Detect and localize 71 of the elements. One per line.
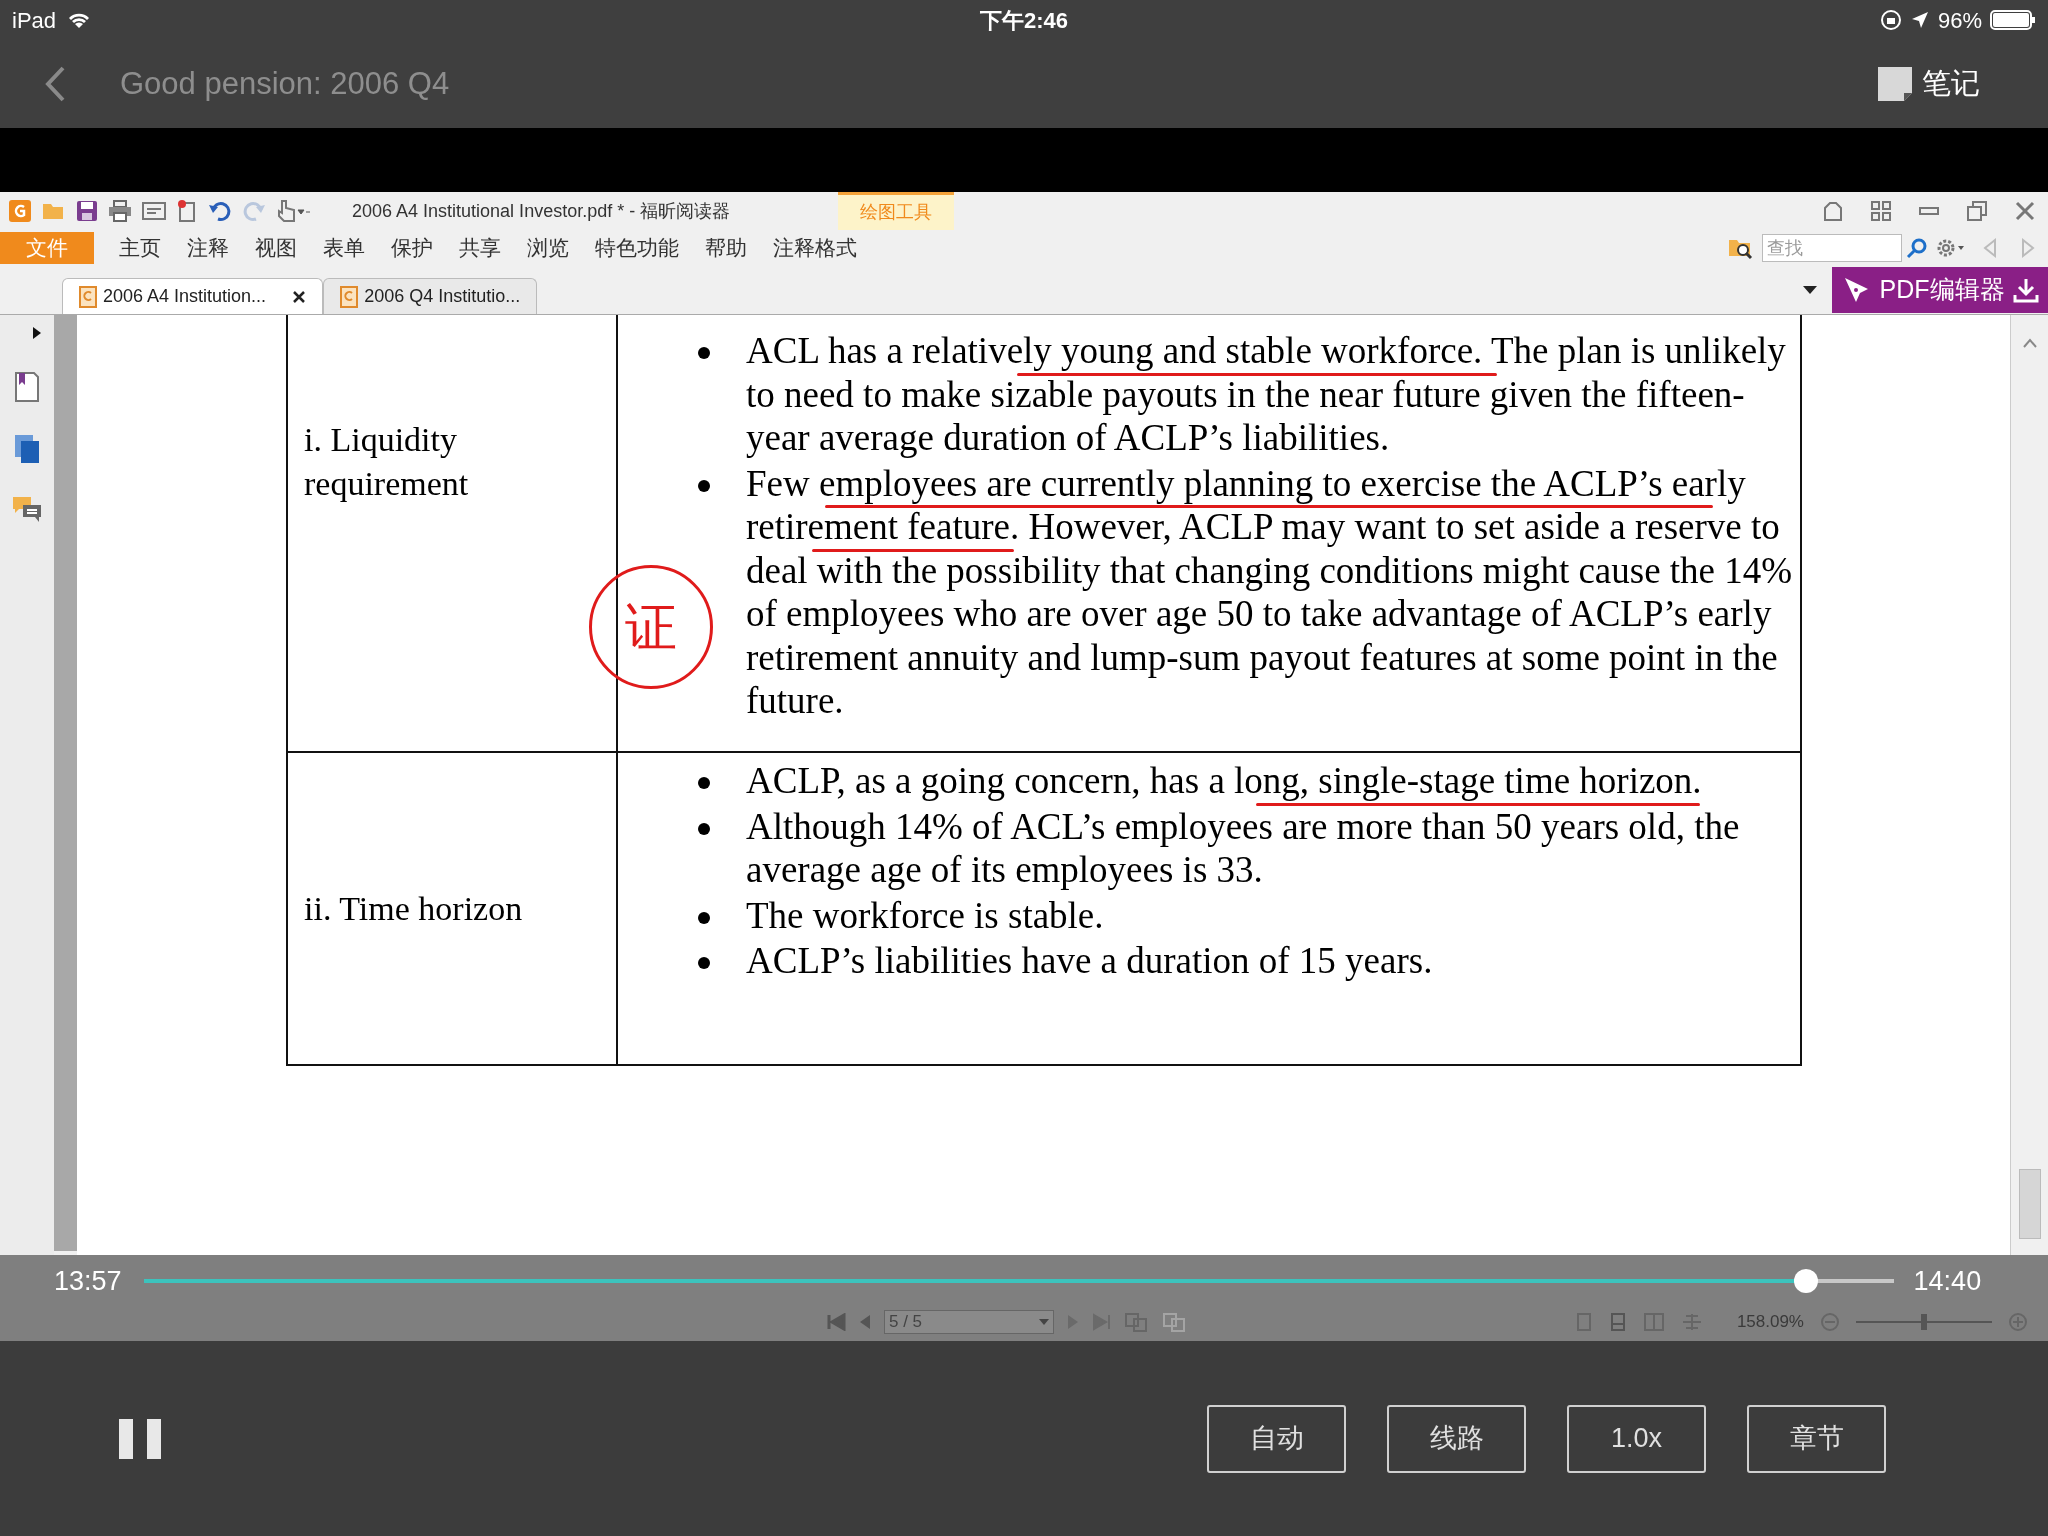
continuous-page-icon[interactable]: [1608, 1312, 1627, 1332]
previous-page-icon[interactable]: [858, 1313, 872, 1331]
menu-tab[interactable]: 注释: [174, 232, 242, 264]
menu-tab[interactable]: 主页: [106, 232, 174, 264]
pdf-file-icon: [79, 285, 97, 308]
player-option-button[interactable]: 章节: [1747, 1404, 1886, 1473]
download-icon: [2012, 277, 2039, 303]
player-option-button[interactable]: 1.0x: [1567, 1404, 1706, 1473]
row-heading: i. Liquidity requirement: [304, 420, 470, 504]
notes-button[interactable]: 笔记: [1876, 62, 1980, 106]
row-heading: ii. Time horizon: [304, 888, 523, 929]
scroll-up-icon[interactable]: [2021, 337, 2038, 349]
back-icon: [44, 64, 66, 104]
battery-icon: [1990, 10, 2036, 30]
paste-pages-icon[interactable]: [1162, 1312, 1188, 1332]
bullet-text: Few employees are currently planning to exercise the ACLP’s early retirement feature. However, ACLP may want to set aside a reserve to deal with the possibility that changing conditions might cause the 14% of employees who are over age 50 to take advantage of ACLP’s early retirement annuity and lump-sum payout features at some point in the future.: [746, 461, 1794, 723]
dropdown-icon[interactable]: [1802, 285, 1818, 295]
zoom-slider-thumb[interactable]: [1921, 1314, 1927, 1330]
bookmark-icon[interactable]: [14, 371, 40, 403]
seek-bar[interactable]: [143, 1268, 1894, 1294]
zoom-slider[interactable]: [1856, 1314, 1992, 1330]
bullet-text: ACLP, as a going concern, has a long, single-stage time horizon.: [746, 759, 1702, 803]
pause-icon: [117, 1416, 163, 1461]
pdf-file-icon: [340, 285, 359, 308]
expand-icon[interactable]: [31, 325, 43, 341]
dropdown-icon: [1039, 1319, 1049, 1325]
device-name: iPad: [12, 6, 57, 35]
grid-icon[interactable]: [1870, 200, 1892, 222]
scroll-thumb[interactable]: [2018, 1169, 2041, 1239]
share-icon[interactable]: [1822, 200, 1844, 222]
restore-icon[interactable]: [1966, 200, 1988, 222]
bullet-text: ACLP’s liabilities have a duration of 15 years.: [746, 939, 1433, 983]
search-field[interactable]: 查找: [1762, 234, 1902, 262]
menu-tab[interactable]: 共享: [446, 232, 514, 264]
menu-tab[interactable]: 视图: [242, 232, 310, 264]
pages-icon[interactable]: [13, 433, 41, 465]
document-tab[interactable]: 2006 A4 Institution...: [62, 278, 324, 314]
app-logo-icon[interactable]: [8, 199, 32, 223]
save-icon[interactable]: [76, 200, 98, 222]
print-icon[interactable]: [108, 200, 132, 222]
document-tab[interactable]: 2006 Q4 Institutio...: [323, 278, 538, 314]
first-page-icon[interactable]: [826, 1313, 846, 1331]
battery-percent: 96%: [1937, 6, 1982, 35]
undo-icon[interactable]: [208, 200, 232, 222]
window-title: 2006 A4 Institutional Investor.pdf * - 福昕阅读器: [352, 199, 731, 223]
total-time: 14:40: [1913, 1264, 1982, 1298]
window-icon[interactable]: [142, 200, 166, 222]
seek-thumb[interactable]: [1794, 1269, 1819, 1293]
margin-note: 证: [589, 565, 713, 689]
bullet-text: The workforce is stable.: [746, 893, 1104, 937]
menu-tab[interactable]: 保护: [378, 232, 446, 264]
bullet-text: Although 14% of ACL’s employees are more than 50 years old, the average age of its employees is 33.: [746, 804, 1741, 892]
menu-tab[interactable]: 注释格式: [760, 232, 870, 264]
zoom-level: 158.09%: [1736, 1311, 1804, 1334]
player-option-button[interactable]: 自动: [1207, 1404, 1346, 1473]
menu-tab[interactable]: 特色功能: [582, 232, 692, 264]
player-option-button[interactable]: 线路: [1387, 1404, 1526, 1473]
rotation-lock-icon: [1879, 9, 1902, 31]
clock-time: 下午2:46: [980, 6, 1068, 35]
settings-icon[interactable]: [1936, 237, 1966, 259]
menu-tab[interactable]: 表单: [310, 232, 378, 264]
video-title: Good pension: 2006 Q4: [120, 64, 450, 103]
menu-tab[interactable]: 浏览: [514, 232, 582, 264]
menu-tab[interactable]: 帮助: [692, 232, 760, 264]
pdf-editor-button[interactable]: PDF编辑器: [1832, 267, 2048, 313]
close-icon[interactable]: [292, 289, 307, 304]
hand-pointer-icon[interactable]: [276, 199, 310, 223]
note-icon: [1876, 65, 1914, 103]
search-icon[interactable]: [1906, 237, 1928, 259]
bullet-text: ACL has a relatively young and stable workforce. The plan is unlikely to need to make sizable payouts in the near future given the fifteen-year average duration of ACLP’s liabilities.: [746, 329, 1787, 460]
elapsed-time: 13:57: [54, 1264, 122, 1298]
